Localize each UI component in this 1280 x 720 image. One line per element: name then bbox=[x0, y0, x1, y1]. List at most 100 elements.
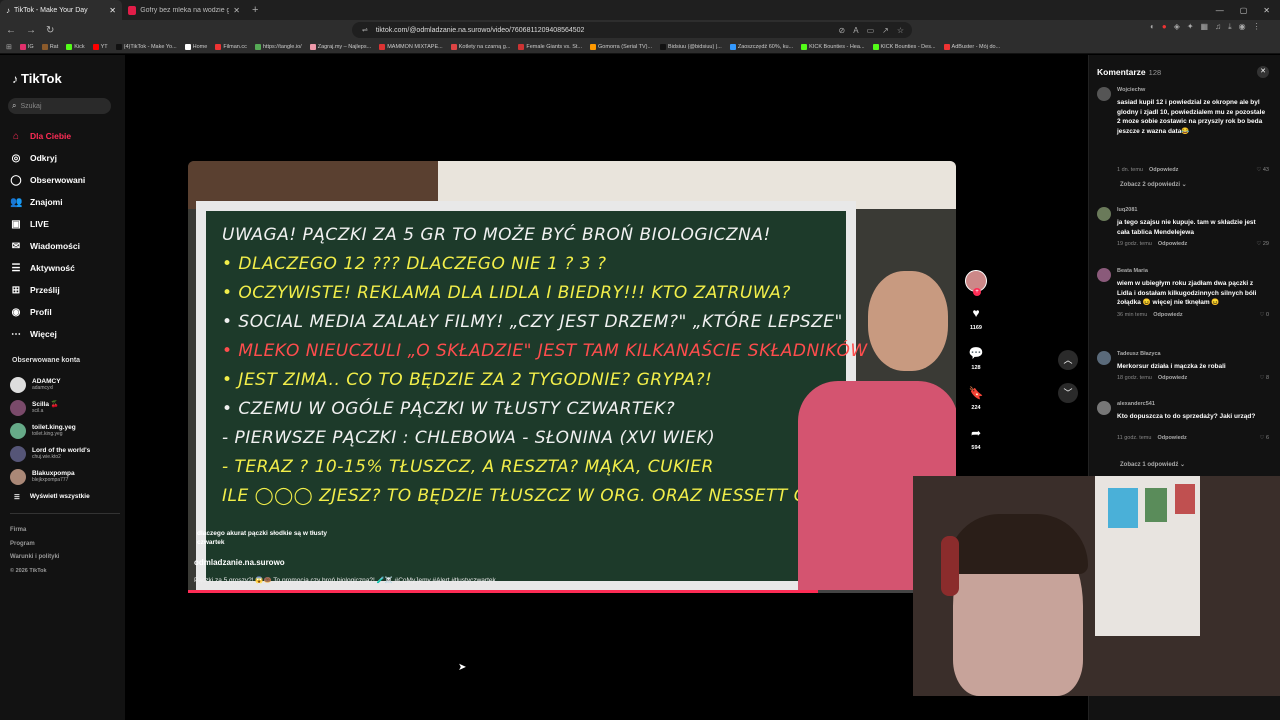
previous-video-button[interactable]: ︿ bbox=[1058, 350, 1078, 370]
nav-item-following[interactable]: ◯ Obserwowani bbox=[10, 169, 120, 191]
commenter-name[interactable]: alexanderc541 bbox=[1117, 401, 1155, 407]
tiktok-logo[interactable]: ♪ TikTok bbox=[12, 71, 62, 86]
nav-item-compass[interactable]: ◎ Odkryj bbox=[10, 147, 120, 169]
bookmark-star-icon[interactable]: ☆ bbox=[897, 26, 904, 35]
bookmark-item[interactable]: YT bbox=[92, 43, 108, 50]
comment-like-button[interactable]: ♡ 43 bbox=[1256, 167, 1269, 173]
commenter-name[interactable]: Tadeusz Błazyca bbox=[1117, 351, 1161, 357]
share-arrow-icon[interactable]: ➦ bbox=[971, 426, 981, 442]
bookmark-item[interactable]: Rat bbox=[41, 43, 58, 50]
commenter-name[interactable]: luq2081 bbox=[1117, 207, 1137, 213]
video-progress-bar[interactable] bbox=[188, 590, 956, 593]
reload-icon[interactable]: ↻ bbox=[46, 25, 54, 36]
nav-item-live[interactable]: ▣ LIVE bbox=[10, 213, 120, 235]
new-tab-button[interactable]: + bbox=[246, 4, 264, 16]
bookmark-item[interactable]: Zaoszczędź 60%, ku... bbox=[729, 43, 793, 50]
comment-like-button[interactable]: ♡ 0 bbox=[1259, 312, 1269, 318]
view-replies-button[interactable]: Zobacz 2 odpowiedzi ⌄ bbox=[1120, 181, 1187, 188]
no-camera-icon[interactable]: ⊘ bbox=[839, 26, 846, 35]
show-all-button[interactable]: ☰ Wyświetl wszystkie bbox=[14, 493, 90, 501]
search-input[interactable]: ⌕ Szukaj bbox=[8, 98, 111, 114]
commenter-name[interactable]: Wojciechw bbox=[1117, 87, 1145, 93]
bookmark-item[interactable]: IG bbox=[19, 43, 34, 50]
menu-icon[interactable]: ⋮ bbox=[1253, 22, 1261, 32]
apps-icon[interactable]: ⊞ bbox=[6, 43, 12, 51]
bookmark-item[interactable]: (4)TikTok - Make Yo... bbox=[115, 43, 177, 50]
nav-item-activity[interactable]: ☰ Aktywność bbox=[10, 257, 120, 279]
view-replies-button[interactable]: Zobacz 1 odpowiedź ⌄ bbox=[1120, 461, 1185, 468]
extension-icon[interactable]: ● bbox=[1162, 22, 1167, 32]
reply-button[interactable]: Odpowiedz bbox=[1157, 435, 1186, 441]
creator-name[interactable]: odmladzanie.na.surowo bbox=[194, 558, 285, 567]
heart-icon[interactable]: ♥ bbox=[972, 306, 979, 322]
bookmark-item[interactable]: KICK Bounties - Hea... bbox=[801, 43, 865, 50]
install-icon[interactable]: ▭ bbox=[867, 26, 875, 35]
next-video-button[interactable]: ﹀ bbox=[1058, 383, 1078, 403]
translate-icon[interactable]: A bbox=[853, 26, 858, 35]
bookmark-item[interactable]: Zagraj.my – Najleps... bbox=[309, 43, 371, 50]
nav-item-home[interactable]: ⌂ Dla Ciebie bbox=[10, 125, 120, 147]
bookmark-item[interactable]: MAMMON MIXTAPE... bbox=[379, 43, 443, 50]
forward-icon[interactable]: → bbox=[26, 25, 36, 36]
nav-item-more[interactable]: ⋯ Więcej bbox=[10, 323, 120, 345]
commenter-avatar[interactable] bbox=[1097, 351, 1111, 365]
commenter-name[interactable]: Beata Maria bbox=[1117, 268, 1148, 274]
comment-like-button[interactable]: ♡ 29 bbox=[1256, 241, 1269, 247]
comment-like-button[interactable]: ♡ 8 bbox=[1259, 375, 1269, 381]
reply-button[interactable]: Odpowiedz bbox=[1149, 167, 1178, 173]
footer-link-program[interactable]: Program bbox=[10, 538, 59, 552]
follow-plus-icon[interactable]: + bbox=[973, 288, 981, 296]
bookmark-item[interactable]: KICK Bounties - Des... bbox=[872, 43, 936, 50]
close-window-icon[interactable]: ✕ bbox=[1263, 6, 1270, 15]
comment-like-button[interactable]: ♡ 6 bbox=[1259, 435, 1269, 441]
bookmark-item[interactable]: Filman.cc bbox=[215, 43, 247, 50]
bookmark-item[interactable]: Female Giants vs. St... bbox=[518, 43, 582, 50]
tab-tiktok[interactable]: ♪ TikTok - Make Your Day ✕ bbox=[0, 0, 122, 20]
extension-icon[interactable]: ▦ bbox=[1201, 22, 1209, 32]
extension-icon[interactable]: ◈ bbox=[1174, 22, 1180, 32]
close-tab-icon[interactable]: ✕ bbox=[233, 6, 240, 15]
url-field[interactable]: ⇌ tiktok.com/@odmladzanie.na.surowo/vide… bbox=[352, 22, 912, 38]
comment-icon[interactable]: 💬 bbox=[969, 346, 984, 362]
nav-item-profile[interactable]: ◉ Profil bbox=[10, 301, 120, 323]
bookmark-item[interactable]: https://tangle.io/ bbox=[254, 43, 302, 50]
following-account[interactable]: Lord of the world's chuj.wie.kto2 bbox=[10, 442, 120, 465]
bookmark-item[interactable]: Kick bbox=[66, 43, 85, 50]
tab-gofry[interactable]: Gofry bez mleka na wodzie gazowa... ✕ bbox=[122, 0, 246, 20]
following-account[interactable]: Blakuxpompa blejkxpompa777 bbox=[10, 465, 120, 488]
bookmark-item[interactable]: Gomorra (Serial TV)... bbox=[590, 43, 652, 50]
bookmark-item[interactable]: AdBuster - Mój do... bbox=[943, 43, 1000, 50]
extension-icon[interactable]: ◐ bbox=[1150, 22, 1155, 32]
following-account[interactable]: Scilla 🍒 scil.a bbox=[10, 396, 120, 419]
puzzle-icon[interactable]: ✦ bbox=[1187, 22, 1194, 32]
bookmark-item[interactable]: Bidsiuu (@bidsiuu) |... bbox=[660, 43, 722, 50]
reply-button[interactable]: Odpowiedz bbox=[1158, 241, 1187, 247]
close-comments-button[interactable]: ✕ bbox=[1257, 66, 1269, 78]
commenter-avatar[interactable] bbox=[1097, 87, 1111, 101]
reply-button[interactable]: Odpowiedz bbox=[1153, 312, 1182, 318]
share-icon[interactable]: ↗ bbox=[882, 26, 889, 35]
reply-button[interactable]: Odpowiedz bbox=[1158, 375, 1187, 381]
close-tab-icon[interactable]: ✕ bbox=[109, 6, 116, 15]
footer-link-terms[interactable]: Warunki i polityki bbox=[10, 551, 59, 565]
following-account[interactable]: toilet.king.yeg toilet.king.yeg bbox=[10, 419, 120, 442]
commenter-avatar[interactable] bbox=[1097, 207, 1111, 221]
nav-item-messages[interactable]: ✉ Wiadomości bbox=[10, 235, 120, 257]
bookmark-item[interactable]: Kotlety na czarną g... bbox=[450, 43, 510, 50]
bookmark-item[interactable]: Home bbox=[184, 43, 207, 50]
commenter-avatar[interactable] bbox=[1097, 268, 1111, 282]
profile-icon[interactable]: ◉ bbox=[1239, 22, 1246, 32]
bookmark-icon[interactable]: 🔖 bbox=[969, 386, 984, 402]
following-account[interactable]: ADAMCY adamcyxl bbox=[10, 373, 120, 396]
creator-avatar[interactable]: + bbox=[965, 270, 987, 296]
minimize-icon[interactable]: — bbox=[1216, 6, 1224, 15]
site-info-icon[interactable]: ⇌ bbox=[362, 26, 368, 34]
nav-item-upload[interactable]: ⊞ Prześlij bbox=[10, 279, 120, 301]
back-icon[interactable]: ← bbox=[6, 25, 16, 36]
footer-link-company[interactable]: Firma bbox=[10, 524, 59, 538]
download-icon[interactable]: ⤓ bbox=[1228, 22, 1232, 32]
commenter-avatar[interactable] bbox=[1097, 401, 1111, 415]
music-icon[interactable]: ♫ bbox=[1215, 22, 1221, 32]
nav-item-friends[interactable]: 👥 Znajomi bbox=[10, 191, 120, 213]
maximize-icon[interactable]: ▢ bbox=[1240, 6, 1248, 15]
